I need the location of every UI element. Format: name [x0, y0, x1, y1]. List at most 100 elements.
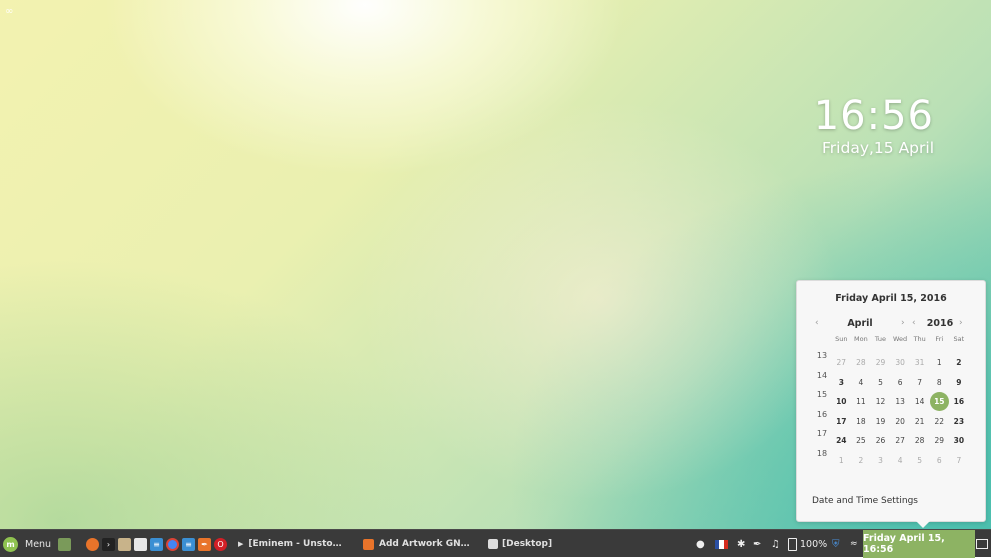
- calendar-day[interactable]: 12: [871, 392, 891, 411]
- software-center-icon: [134, 537, 147, 551]
- calendar-day[interactable]: 5: [871, 373, 891, 392]
- calendar-day[interactable]: 18: [851, 412, 871, 431]
- document-icon: ≡: [150, 537, 163, 551]
- pen-applet[interactable]: ✒: [753, 530, 761, 558]
- calendar-day[interactable]: 2: [851, 451, 871, 470]
- calendar-day[interactable]: 16: [949, 392, 969, 411]
- mint-logo-icon: m: [3, 536, 18, 552]
- launcher-text-editor[interactable]: ≡: [182, 530, 195, 558]
- weekday-header: Sat: [953, 335, 965, 343]
- calendar-day[interactable]: 8: [930, 373, 950, 392]
- calendar-day[interactable]: 7: [910, 373, 930, 392]
- calendar-day[interactable]: 20: [890, 412, 910, 431]
- opera-icon: O: [214, 537, 227, 551]
- calendar-day[interactable]: 4: [890, 451, 910, 470]
- calendar-day[interactable]: 1: [832, 451, 852, 470]
- clock-date: Friday,15 April: [822, 139, 934, 157]
- calendar-day[interactable]: 21: [910, 412, 930, 431]
- weekday-header: Mon: [854, 335, 868, 343]
- launcher-writer[interactable]: ≡: [150, 530, 163, 558]
- taskbar-item-music[interactable]: ▶ [Eminem - Unsto…: [238, 530, 342, 558]
- calendar-day-today[interactable]: 15: [929, 392, 950, 411]
- calendar-day[interactable]: 11: [851, 392, 871, 411]
- battery-percentage: 100%: [800, 538, 828, 550]
- calendar-year: 2016: [926, 318, 954, 329]
- calendar-day[interactable]: 30: [949, 431, 969, 450]
- calendar-day[interactable]: 27: [890, 431, 910, 450]
- network-applet[interactable]: ≈: [850, 530, 858, 558]
- calendar-day[interactable]: 1: [930, 353, 950, 372]
- folder-icon: [118, 537, 131, 551]
- calendar-title: Friday April 15, 2016: [835, 293, 947, 304]
- calendar-day[interactable]: 27: [832, 353, 852, 372]
- calendar-day[interactable]: 10: [832, 392, 852, 411]
- sound-applet[interactable]: ♫: [771, 530, 780, 558]
- calendar-day[interactable]: 28: [910, 431, 930, 450]
- week-number: 13: [816, 351, 828, 360]
- calendar-day[interactable]: 22: [930, 412, 950, 431]
- launcher-gimp[interactable]: ✒: [198, 530, 211, 558]
- calendar-day[interactable]: 7: [949, 451, 969, 470]
- week-number: 15: [816, 390, 828, 399]
- next-year-arrow-icon[interactable]: ›: [959, 318, 963, 328]
- calendar-day[interactable]: 3: [871, 451, 891, 470]
- week-number: 14: [816, 370, 828, 380]
- calendar-day[interactable]: 26: [871, 431, 891, 450]
- app-icon: [363, 538, 374, 550]
- calendar-day[interactable]: 30: [890, 353, 910, 372]
- calendar-day[interactable]: 13: [890, 392, 910, 411]
- calendar-day[interactable]: 31: [910, 353, 930, 372]
- show-desktop-button[interactable]: [58, 530, 71, 558]
- prev-month-arrow-icon[interactable]: ‹: [815, 318, 819, 328]
- workspace-applet[interactable]: [976, 530, 988, 558]
- calendar-month: April: [847, 318, 873, 329]
- launcher-firefox[interactable]: [86, 530, 99, 558]
- launcher-software[interactable]: [134, 530, 147, 558]
- calendar-day[interactable]: 4: [851, 373, 871, 392]
- calendar-day[interactable]: 24: [832, 431, 852, 450]
- calendar-day[interactable]: 6: [890, 373, 910, 392]
- desktop-clock-widget: 16:56 Friday,15 April: [814, 93, 934, 157]
- calendar-day[interactable]: 14: [910, 392, 930, 411]
- calendar-day[interactable]: 28: [851, 353, 871, 372]
- calendar-day[interactable]: 5: [910, 451, 930, 470]
- battery-applet[interactable]: 100%: [788, 530, 827, 558]
- launcher-opera[interactable]: O: [214, 530, 227, 558]
- desktop-link-icon[interactable]: ∞: [5, 6, 13, 17]
- calendar-day[interactable]: 9: [949, 373, 969, 392]
- calendar-day[interactable]: 25: [851, 431, 871, 450]
- user-applet[interactable]: ●: [696, 530, 705, 558]
- next-month-arrow-icon[interactable]: ›: [901, 318, 905, 328]
- taskbar-item-desktop[interactable]: [Desktop]: [488, 530, 552, 558]
- firefox-icon: [86, 537, 99, 551]
- menu-button[interactable]: m Menu: [3, 530, 51, 558]
- wireless-icon: ≈: [850, 539, 858, 549]
- calendar-day[interactable]: 29: [871, 353, 891, 372]
- calendar-day[interactable]: 17: [832, 412, 852, 431]
- calendar-day[interactable]: 19: [871, 412, 891, 431]
- launcher-chrome[interactable]: [166, 530, 179, 558]
- taskbar-item-label: Add Artwork GN…: [379, 539, 470, 549]
- launcher-files[interactable]: [118, 530, 131, 558]
- keyboard-layout-applet[interactable]: [715, 530, 728, 558]
- prev-year-arrow-icon[interactable]: ‹: [912, 318, 916, 328]
- bottom-panel: m Menu › ≡ ≡ ✒ O ▶ [Eminem - Unsto… Add …: [0, 529, 991, 558]
- taskbar-item-label: [Eminem - Unsto…: [248, 539, 342, 549]
- paint-icon: ✒: [198, 537, 211, 551]
- update-manager-applet[interactable]: ⛨: [832, 530, 840, 558]
- menu-label: Menu: [25, 538, 52, 550]
- calendar-day[interactable]: 3: [832, 373, 852, 392]
- calendar-applet[interactable]: Friday April 15, 16:56: [863, 530, 975, 558]
- calendar-day[interactable]: 6: [930, 451, 950, 470]
- calendar-day[interactable]: 29: [930, 431, 950, 450]
- bluetooth-applet[interactable]: ✱: [737, 530, 745, 558]
- calendar-day[interactable]: 2: [949, 353, 969, 372]
- calendar-day[interactable]: 23: [949, 412, 969, 431]
- taskbar-item-label: [Desktop]: [502, 539, 553, 549]
- launcher-terminal[interactable]: ›: [102, 530, 115, 558]
- date-time-settings-link[interactable]: Date and Time Settings: [812, 496, 918, 506]
- french-flag-icon: [715, 539, 728, 549]
- monitor-icon: [976, 539, 988, 549]
- taskbar-item-artwork[interactable]: Add Artwork GN…: [363, 530, 470, 558]
- week-number: 16: [816, 409, 828, 419]
